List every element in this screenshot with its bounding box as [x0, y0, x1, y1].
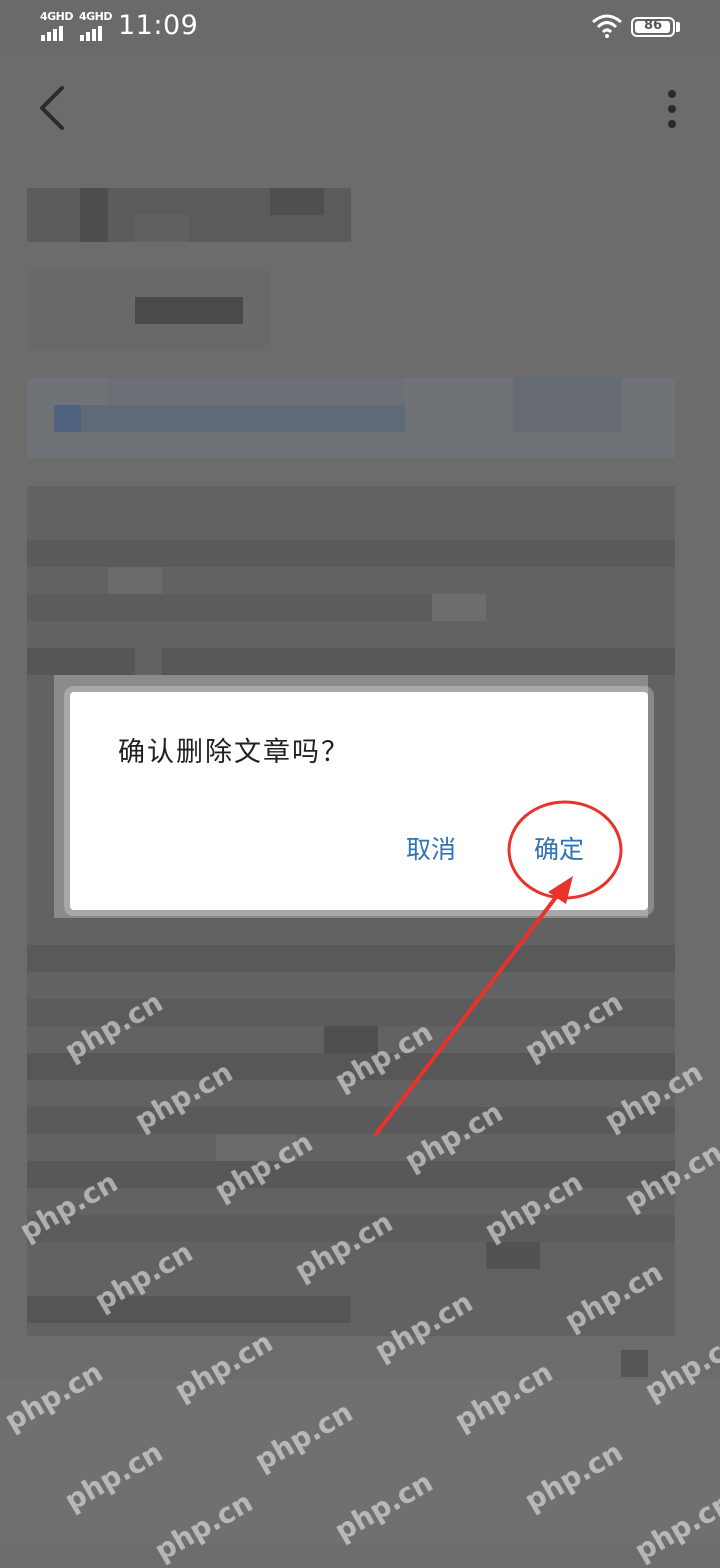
dialog-title: 确认删除文章吗？ [118, 737, 350, 768]
delete-confirm-dialog: 确认删除文章吗？ 取消 确定 [70, 692, 648, 910]
network-type-label: 4GHD [79, 10, 113, 23]
status-bar: 4GHD 4GHD 11:09 86 [0, 0, 720, 56]
battery-level: 86 [643, 18, 663, 33]
battery-cap [676, 22, 680, 32]
battery-icon: 86 [631, 17, 675, 37]
clock: 11:09 [118, 10, 199, 41]
more-vertical-icon[interactable] [660, 86, 684, 132]
signal-icon: 4GHD [40, 10, 74, 41]
network-type-label: 4GHD [40, 10, 74, 23]
cancel-button[interactable]: 取消 [406, 830, 456, 866]
confirm-button[interactable]: 确定 [534, 830, 584, 866]
signal-icon: 4GHD [79, 10, 113, 41]
wifi-icon [592, 14, 622, 38]
chevron-left-icon[interactable] [34, 82, 74, 134]
